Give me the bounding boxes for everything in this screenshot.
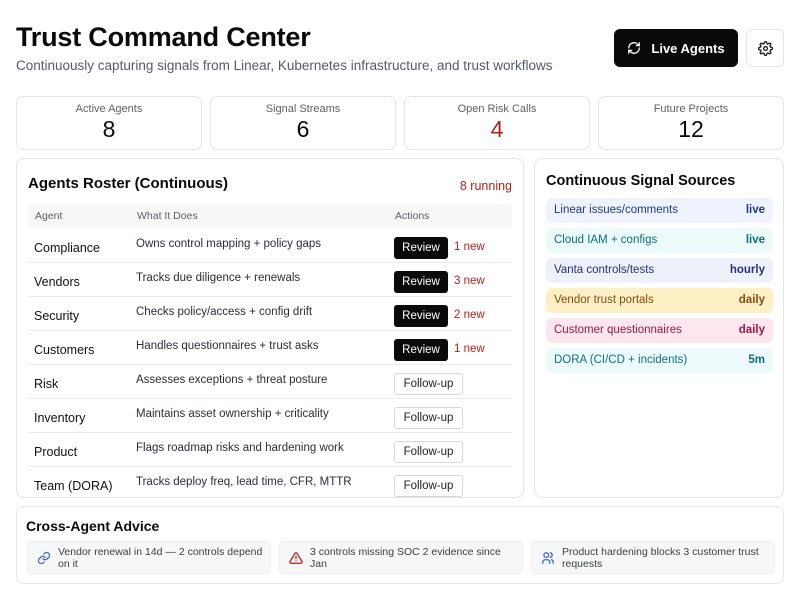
agent-name: Vendors [34,275,80,289]
column-header-agent: Agent [35,210,63,222]
stat-active-agents: Active Agents 8 [16,96,202,150]
page-subtitle: Continuously capturing signals from Line… [16,58,553,73]
advice-item[interactable]: 3 controls missing SOC 2 evidence since … [279,541,523,574]
source-frequency: hourly [729,264,765,276]
advice-item[interactable]: Product hardening blocks 3 customer trus… [531,541,775,574]
advice-text: 3 controls missing SOC 2 evidence since … [310,546,501,570]
agent-name: Security [34,309,80,323]
agent-description: Assesses exceptions + threat posture [136,374,328,386]
users-icon [542,552,554,564]
source-name: DORA (CI/CD + incidents) [554,354,688,366]
follow-up-button[interactable]: Follow-up [394,407,463,429]
agent-name: Customers [34,343,95,357]
signal-source-item: DORA (CI/CD + incidents) 5m [546,348,773,373]
stat-open-risk-calls: Open Risk Calls 4 [404,96,590,150]
signal-source-item: Cloud IAM + configs live [546,228,773,253]
agent-description: Flags roadmap risks and hardening work [136,442,344,454]
source-frequency: live [745,234,765,246]
agent-name: Inventory [34,411,86,425]
table-row: Team (DORA) Tracks deploy freq, lead tim… [28,467,512,497]
advice-title: Cross-Agent Advice [26,518,160,534]
agent-description: Handles questionnaires + trust asks [136,340,319,352]
roster-rows: Compliance Owns control mapping + policy… [28,229,512,497]
new-count-badge: 1 new [454,241,485,253]
table-row: Customers Handles questionnaires + trust… [28,331,512,365]
source-name: Vanta controls/tests [554,264,655,276]
stat-label: Open Risk Calls [457,103,537,115]
agents-roster-card: Agents Roster (Continuous) 8 running Age… [16,158,524,498]
warning-icon [289,552,303,564]
column-header-description: What It Does [137,210,198,222]
settings-button[interactable] [746,29,784,67]
source-frequency: daily [738,324,765,336]
agent-description: Owns control mapping + policy gaps [136,238,322,250]
signal-sources-card: Continuous Signal Sources Linear issues/… [534,158,784,498]
refresh-icon [628,42,641,54]
table-row: Inventory Maintains asset ownership + cr… [28,399,512,433]
live-agents-label: Live Agents [651,40,725,56]
advice-item[interactable]: Vendor renewal in 14d — 2 controls depen… [27,541,271,574]
source-name: Linear issues/comments [554,204,678,216]
source-name: Customer questionnaires [554,324,682,336]
agent-description: Tracks due diligence + renewals [136,272,301,284]
page-title: Trust Command Center [16,22,311,52]
stat-value: 6 [296,116,310,142]
table-row: Product Flags roadmap risks and hardenin… [28,433,512,467]
advice-text: Product hardening blocks 3 customer trus… [562,546,759,570]
review-button[interactable]: Review [394,305,448,327]
source-frequency: live [745,204,765,216]
agent-name: Team (DORA) [34,479,113,493]
stat-value: 8 [102,116,116,142]
stat-value: 4 [490,116,504,142]
stat-label: Active Agents [75,103,143,115]
agent-description: Tracks deploy freq, lead time, CFR, MTTR [136,476,352,488]
table-header: Agent What It Does Actions [28,204,512,228]
source-name: Cloud IAM + configs [554,234,658,246]
advice-text: Vendor renewal in 14d — 2 controls depen… [58,546,263,570]
signal-source-item: Vendor trust portals daily [546,288,773,313]
agent-name: Compliance [34,241,101,255]
running-count: 8 running [459,179,512,193]
agent-description: Checks policy/access + config drift [136,306,313,318]
table-row: Vendors Tracks due diligence + renewals … [28,263,512,297]
agent-name: Risk [34,377,59,391]
sources-title: Continuous Signal Sources [546,173,736,189]
column-header-actions: Actions [395,210,430,222]
signal-source-item: Linear issues/comments live [546,198,773,223]
stat-label: Future Projects [653,103,729,115]
agent-name: Product [34,445,78,459]
gear-icon [757,40,773,56]
roster-title: Agents Roster (Continuous) [28,175,228,192]
table-row: Risk Assesses exceptions + threat postur… [28,365,512,399]
stat-signal-streams: Signal Streams 6 [210,96,396,150]
live-agents-button[interactable]: Live Agents [614,29,738,67]
stat-label: Signal Streams [265,103,341,115]
new-count-badge: 2 new [454,309,485,321]
stat-future-projects: Future Projects 12 [598,96,784,150]
cross-agent-advice-card: Cross-Agent Advice Vendor renewal in 14d… [16,506,784,584]
review-button[interactable]: Review [394,237,448,259]
source-frequency: 5m [748,354,765,366]
stat-value: 12 [678,116,704,142]
table-row: Security Checks policy/access + config d… [28,297,512,331]
table-row: Compliance Owns control mapping + policy… [28,229,512,263]
source-frequency: daily [738,294,765,306]
source-name: Vendor trust portals [554,294,654,306]
review-button[interactable]: Review [394,271,448,293]
page-header: Trust Command Center Continuously captur… [16,20,784,80]
link-icon [37,551,51,565]
new-count-badge: 1 new [454,343,485,355]
new-count-badge: 3 new [454,275,485,287]
follow-up-button[interactable]: Follow-up [394,441,463,463]
agent-description: Maintains asset ownership + criticality [136,408,329,420]
signal-source-item: Customer questionnaires daily [546,318,773,343]
signal-source-item: Vanta controls/tests hourly [546,258,773,283]
follow-up-button[interactable]: Follow-up [394,373,463,395]
follow-up-button[interactable]: Follow-up [394,475,463,497]
review-button[interactable]: Review [394,339,448,361]
